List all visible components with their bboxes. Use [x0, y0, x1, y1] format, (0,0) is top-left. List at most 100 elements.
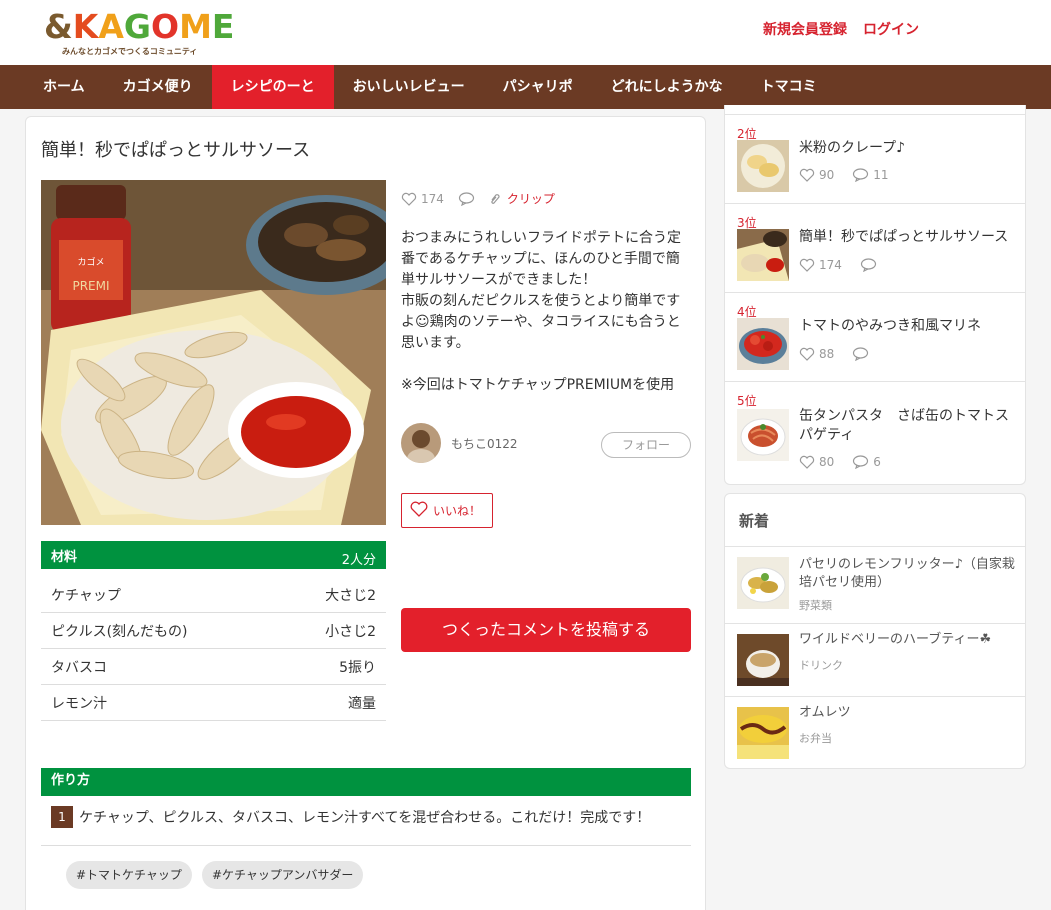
comment-icon	[860, 258, 877, 272]
new-recipe-category: お弁当	[799, 732, 832, 745]
ranking-item[interactable]: 4位 トマトのやみつき和風マリネ 88	[725, 292, 1025, 381]
divider	[41, 845, 691, 846]
ingredient-name: ピクルス(刻んだもの)	[51, 623, 188, 640]
recipe-thumbnail	[737, 318, 789, 370]
recipe-title: 簡単！秒でぱぱっとサルサソース	[41, 140, 311, 161]
like-count: 90	[819, 168, 835, 182]
new-recipe-title: パセリのレモンフリッター♪（自家栽培パセリ使用）	[799, 557, 1015, 590]
rank-stats: 88	[799, 347, 873, 361]
rank-title: 簡単！秒でぱぱっとサルサソース	[799, 229, 1009, 245]
nav-home[interactable]: ホーム	[24, 65, 104, 109]
comment-icon[interactable]	[458, 191, 475, 206]
new-recipe-category: 野菜類	[799, 599, 832, 612]
author-name[interactable]: もちこ0122	[451, 435, 518, 452]
rank-title: 缶タンパスタ さば缶のトマトスパゲティ	[799, 408, 1009, 443]
like-button-label: いいね！	[433, 504, 482, 518]
new-recipe-title: ワイルドベリーのハーブティー☘	[799, 632, 992, 647]
recipe-card: 簡単！秒でぱぱっとサルサソース カゴメ PREMI 174 クリップ おつまみに…	[25, 116, 706, 910]
ingredient-row: ピクルス(刻んだもの) 小さじ2	[41, 613, 386, 649]
recipe-meta: 174 クリップ	[401, 190, 555, 207]
new-section-title: 新着	[739, 512, 770, 530]
rank-stats: 80 6	[799, 455, 881, 469]
site-header: &KAGOME みんなとカゴメでつくるコミュニティ 新規会員登録 ログイン	[0, 0, 1051, 65]
step-text: ケチャップ、ピクルス、タバスコ、レモン汁すべてを混ぜ合わせる。これだけ！完成です…	[79, 810, 651, 826]
heart-icon	[799, 258, 815, 272]
author-block: もちこ0122 フォロー	[401, 423, 691, 463]
like-count: 174	[421, 191, 444, 206]
ranking-item[interactable]: 2位 米粉のクレープ♪ 90 11	[725, 114, 1025, 203]
servings: 2人分	[341, 553, 376, 568]
nav-review[interactable]: おいしいレビュー	[334, 65, 484, 109]
logo-tagline: みんなとカゴメでつくるコミュニティ	[62, 47, 198, 56]
steps-header: 作り方	[41, 768, 691, 796]
ingredient-row: レモン汁 適量	[41, 685, 386, 721]
like-count: 80	[819, 455, 835, 469]
nav-dore[interactable]: どれにしようかな	[592, 65, 742, 109]
ingredient-row: タバスコ 5振り	[41, 649, 386, 685]
clip-icon[interactable]	[489, 192, 501, 206]
recipe-thumbnail	[737, 140, 789, 192]
heart-icon	[799, 168, 815, 182]
ranking-item[interactable]: 5位 缶タンパスタ さば缶のトマトスパゲティ 80 6	[725, 381, 1025, 485]
comment-count: 11	[873, 168, 889, 182]
tag-chip[interactable]: #トマトケチャップ	[66, 861, 192, 889]
ranking-item[interactable]: 3位 簡単！秒でぱぱっとサルサソース 174	[725, 203, 1025, 292]
recipe-thumbnail	[737, 634, 789, 686]
new-recipes-panel: 新着 パセリのレモンフリッター♪（自家栽培パセリ使用） 野菜類 ワイルドベリーの…	[724, 493, 1026, 769]
like-button[interactable]: いいね！	[401, 493, 493, 528]
like-count: 88	[819, 347, 835, 361]
ingredients-header: 材料 2人分	[41, 541, 386, 569]
like-count: 174	[819, 258, 842, 272]
svg-text:PREMI: PREMI	[72, 279, 109, 293]
heart-icon	[799, 347, 815, 361]
comment-icon	[853, 455, 869, 469]
ingredient-amount: 大さじ2	[325, 587, 376, 604]
avatar[interactable]	[401, 423, 441, 463]
recipe-description: おつまみにうれしいフライドポテトに合う定番であるケチャップに、ほんのひと手間で簡…	[401, 230, 681, 393]
comment-icon	[853, 168, 869, 182]
tag-list: #トマトケチャップ #ケチャップアンバサダー	[66, 861, 364, 889]
logo-wordmark: &KAGOME	[44, 7, 235, 46]
nav-recipe-note[interactable]: レシピのーと	[211, 65, 334, 109]
post-comment-button[interactable]: つくったコメントを投稿する	[401, 608, 691, 652]
ingredients-label: 材料	[51, 550, 78, 565]
new-recipe-item[interactable]: オムレツ お弁当	[725, 696, 1025, 769]
ingredients-list: ケチャップ 大さじ2 ピクルス(刻んだもの) 小さじ2 タバスコ 5振り レモン…	[41, 577, 386, 721]
nav-kagome-dayori[interactable]: カゴメ便り	[104, 65, 212, 109]
nav-tomakomi[interactable]: トマコミ	[742, 65, 836, 109]
new-recipe-title: オムレツ	[799, 705, 851, 720]
auth-links: 新規会員登録 ログイン	[763, 19, 919, 39]
recipe-photo[interactable]: カゴメ PREMI	[41, 180, 386, 525]
register-link[interactable]: 新規会員登録	[763, 19, 847, 39]
rank-title: トマトのやみつき和風マリネ	[799, 318, 981, 334]
nav-pasharipo[interactable]: パシャリポ	[484, 65, 592, 109]
recipe-thumbnail	[737, 707, 789, 759]
comment-count: 6	[873, 455, 881, 469]
svg-text:カゴメ: カゴメ	[77, 256, 104, 268]
tag-chip[interactable]: #ケチャップアンバサダー	[201, 861, 364, 889]
kagome-logo[interactable]: &KAGOME みんなとカゴメでつくるコミュニティ	[44, 6, 234, 58]
clip-link[interactable]: クリップ	[507, 190, 555, 207]
new-recipe-category: ドリンク	[799, 659, 843, 672]
heart-icon[interactable]	[401, 192, 417, 206]
ingredient-name: レモン汁	[51, 695, 107, 712]
ingredient-name: ケチャップ	[51, 587, 121, 604]
ranking-panel: 2位 米粉のクレープ♪ 90 11 3位 簡単！秒でぱぱっとサルサソース 174…	[724, 105, 1026, 485]
recipe-thumbnail	[737, 409, 789, 461]
ingredient-row: ケチャップ 大さじ2	[41, 577, 386, 613]
heart-icon	[410, 501, 428, 520]
rank-stats: 90 11	[799, 168, 889, 182]
comment-icon	[853, 347, 869, 361]
ingredient-amount: 適量	[348, 695, 376, 712]
ingredient-amount: 5振り	[339, 659, 376, 676]
new-recipe-item[interactable]: ワイルドベリーのハーブティー☘ ドリンク	[725, 623, 1025, 696]
ingredient-amount: 小さじ2	[325, 623, 376, 640]
ingredient-name: タバスコ	[51, 659, 107, 676]
rank-title: 米粉のクレープ♪	[799, 140, 906, 156]
new-recipe-item[interactable]: パセリのレモンフリッター♪（自家栽培パセリ使用） 野菜類	[725, 546, 1025, 623]
login-link[interactable]: ログイン	[863, 19, 919, 39]
step-item: 1 ケチャップ、ピクルス、タバスコ、レモン汁すべてを混ぜ合わせる。これだけ！完成…	[51, 806, 650, 828]
follow-button[interactable]: フォロー	[601, 432, 691, 458]
rank-stats: 174	[799, 258, 881, 272]
heart-icon	[799, 455, 815, 469]
